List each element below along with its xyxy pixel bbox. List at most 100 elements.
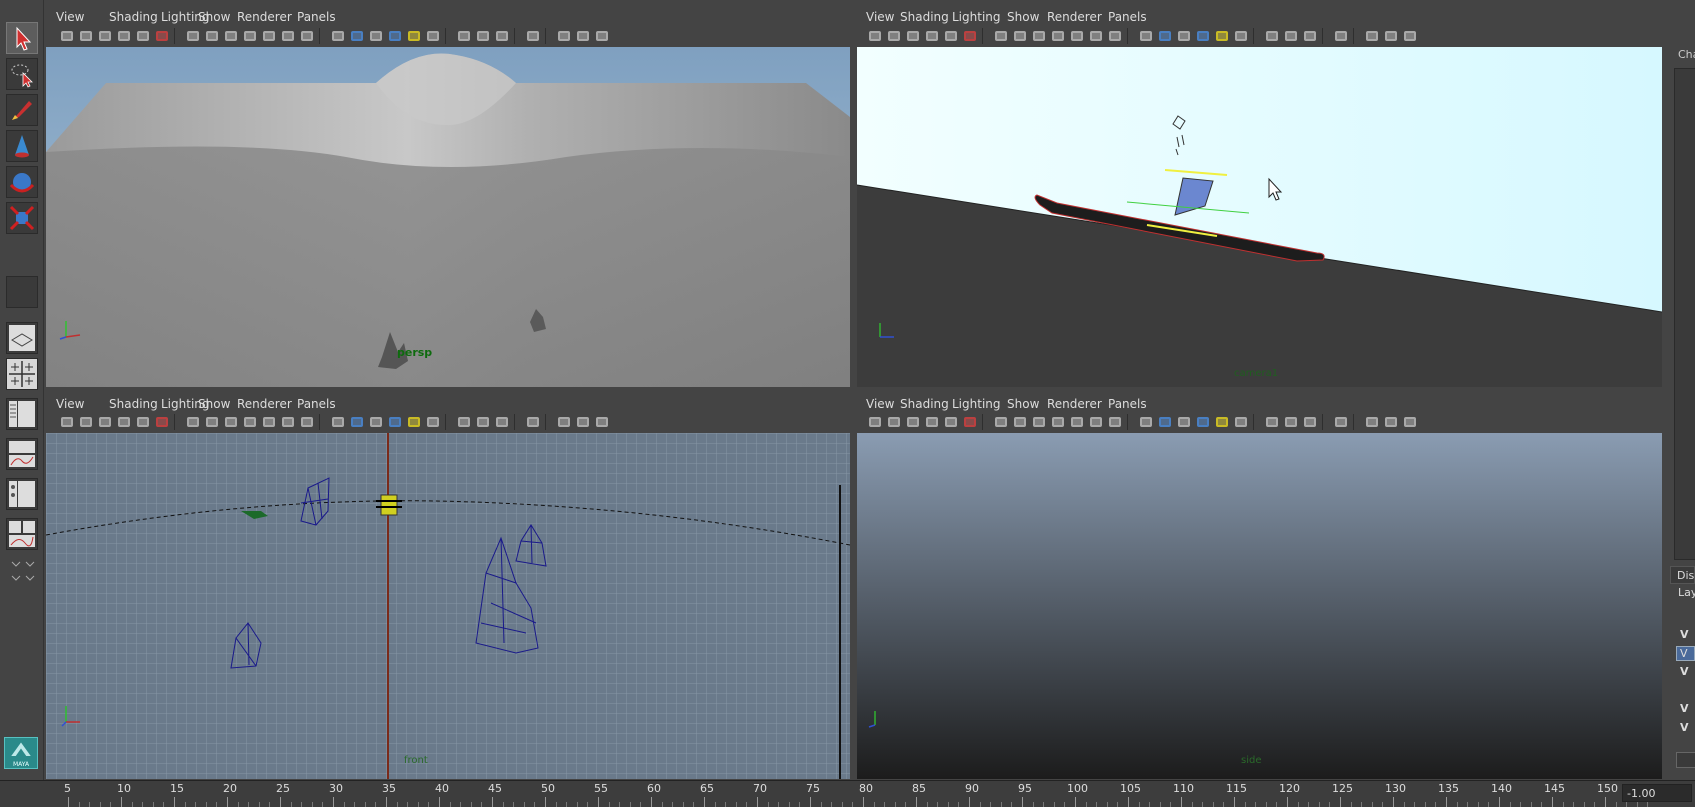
xray-icon[interactable] <box>1263 414 1281 430</box>
camera-attr-icon[interactable] <box>77 28 95 44</box>
film-gate-icon[interactable] <box>1011 414 1029 430</box>
xray-icon[interactable] <box>1263 28 1281 44</box>
menu-view[interactable]: View <box>866 397 894 411</box>
layout-outliner-button[interactable] <box>6 398 38 430</box>
menu-panels[interactable]: Panels <box>1108 10 1147 24</box>
camera-icon[interactable] <box>58 414 76 430</box>
shadows-icon[interactable] <box>1232 28 1250 44</box>
occlusion-icon[interactable] <box>574 28 592 44</box>
xray-icon[interactable] <box>455 414 473 430</box>
isolate-icon[interactable] <box>1332 414 1350 430</box>
safe-title-icon[interactable] <box>1106 414 1124 430</box>
viewport-camera1[interactable]: camera1 <box>857 47 1662 387</box>
safe-title-icon[interactable] <box>298 414 316 430</box>
gate-mask-icon[interactable] <box>241 414 259 430</box>
image-plane-icon[interactable] <box>115 414 133 430</box>
layout-menu-arrows[interactable] <box>6 556 38 586</box>
motion-blur-icon[interactable] <box>1401 28 1419 44</box>
last-tool-button[interactable] <box>6 276 38 308</box>
menu-shading[interactable]: Shading <box>900 10 949 24</box>
camera-icon[interactable] <box>58 28 76 44</box>
wireframe-icon[interactable] <box>329 28 347 44</box>
backface-icon[interactable] <box>493 28 511 44</box>
bookmark-icon[interactable] <box>904 28 922 44</box>
high-quality-icon[interactable] <box>555 28 573 44</box>
layer-visibility[interactable]: V <box>1680 665 1689 678</box>
gate-mask-icon[interactable] <box>1049 414 1067 430</box>
layer-visibility[interactable]: V <box>1676 646 1695 661</box>
camera-attr-icon[interactable] <box>885 414 903 430</box>
menu-renderer[interactable]: Renderer <box>1047 10 1102 24</box>
use-lights-icon[interactable] <box>1213 28 1231 44</box>
smooth-shade-icon[interactable] <box>348 414 366 430</box>
isolate-icon[interactable] <box>1332 28 1350 44</box>
camera-icon[interactable] <box>866 28 884 44</box>
motion-blur-icon[interactable] <box>1401 414 1419 430</box>
menu-shading[interactable]: Shading <box>109 397 158 411</box>
menu-renderer[interactable]: Renderer <box>237 10 292 24</box>
film-gate-icon[interactable] <box>1011 28 1029 44</box>
film-gate-icon[interactable] <box>203 414 221 430</box>
backface-icon[interactable] <box>1301 28 1319 44</box>
use-lights-icon[interactable] <box>405 28 423 44</box>
xray-joints-icon[interactable] <box>474 28 492 44</box>
menu-panels[interactable]: Panels <box>297 10 336 24</box>
layer-visibility[interactable]: V <box>1680 702 1689 715</box>
safe-action-icon[interactable] <box>279 28 297 44</box>
scroll-arrow-icon[interactable] <box>1676 752 1695 768</box>
menu-show[interactable]: Show <box>198 10 230 24</box>
wireframe-icon[interactable] <box>329 414 347 430</box>
safe-title-icon[interactable] <box>1106 28 1124 44</box>
bookmark-icon[interactable] <box>96 414 114 430</box>
image-plane-icon[interactable] <box>923 28 941 44</box>
bookmark-icon[interactable] <box>904 414 922 430</box>
display-tab[interactable]: Dis <box>1670 566 1695 584</box>
menu-shading[interactable]: Shading <box>109 10 158 24</box>
menu-shading[interactable]: Shading <box>900 397 949 411</box>
resolution-gate-icon[interactable] <box>1030 414 1048 430</box>
occlusion-icon[interactable] <box>574 414 592 430</box>
camera-attr-icon[interactable] <box>77 414 95 430</box>
safe-title-icon[interactable] <box>298 28 316 44</box>
textured-icon[interactable] <box>1194 28 1212 44</box>
wire-on-shaded-icon[interactable] <box>367 28 385 44</box>
image-plane-icon[interactable] <box>923 414 941 430</box>
shadows-icon[interactable] <box>424 414 442 430</box>
smooth-shade-icon[interactable] <box>1156 28 1174 44</box>
grease-pencil-icon[interactable] <box>153 414 171 430</box>
grid-icon[interactable] <box>184 28 202 44</box>
gate-mask-icon[interactable] <box>241 28 259 44</box>
layer-visibility[interactable]: V <box>1680 628 1689 641</box>
image-plane-icon[interactable] <box>115 28 133 44</box>
camera-icon[interactable] <box>866 414 884 430</box>
backface-icon[interactable] <box>493 414 511 430</box>
menu-panels[interactable]: Panels <box>1108 397 1147 411</box>
motion-blur-icon[interactable] <box>593 414 611 430</box>
menu-renderer[interactable]: Renderer <box>1047 397 1102 411</box>
textured-icon[interactable] <box>1194 414 1212 430</box>
camera-attr-icon[interactable] <box>885 28 903 44</box>
wireframe-icon[interactable] <box>1137 28 1155 44</box>
menu-lighting[interactable]: Lighting <box>952 10 1001 24</box>
viewport-side[interactable]: side <box>857 433 1662 779</box>
grease-pencil-icon[interactable] <box>961 28 979 44</box>
textured-icon[interactable] <box>386 414 404 430</box>
film-gate-icon[interactable] <box>203 28 221 44</box>
current-time-field[interactable]: -1.00 <box>1622 784 1692 802</box>
textured-icon[interactable] <box>386 28 404 44</box>
grid-icon[interactable] <box>992 28 1010 44</box>
xray-joints-icon[interactable] <box>1282 414 1300 430</box>
2d-pan-icon[interactable] <box>942 414 960 430</box>
menu-show[interactable]: Show <box>1007 397 1039 411</box>
2d-pan-icon[interactable] <box>134 28 152 44</box>
resolution-gate-icon[interactable] <box>1030 28 1048 44</box>
wireframe-icon[interactable] <box>1137 414 1155 430</box>
paint-tool-button[interactable] <box>6 94 38 126</box>
layer-visibility[interactable]: V <box>1680 721 1689 734</box>
motion-blur-icon[interactable] <box>593 28 611 44</box>
move-tool-button[interactable] <box>6 130 38 162</box>
menu-view[interactable]: View <box>56 10 84 24</box>
layout-graph2-button[interactable] <box>6 518 38 550</box>
menu-show[interactable]: Show <box>198 397 230 411</box>
menu-renderer[interactable]: Renderer <box>237 397 292 411</box>
